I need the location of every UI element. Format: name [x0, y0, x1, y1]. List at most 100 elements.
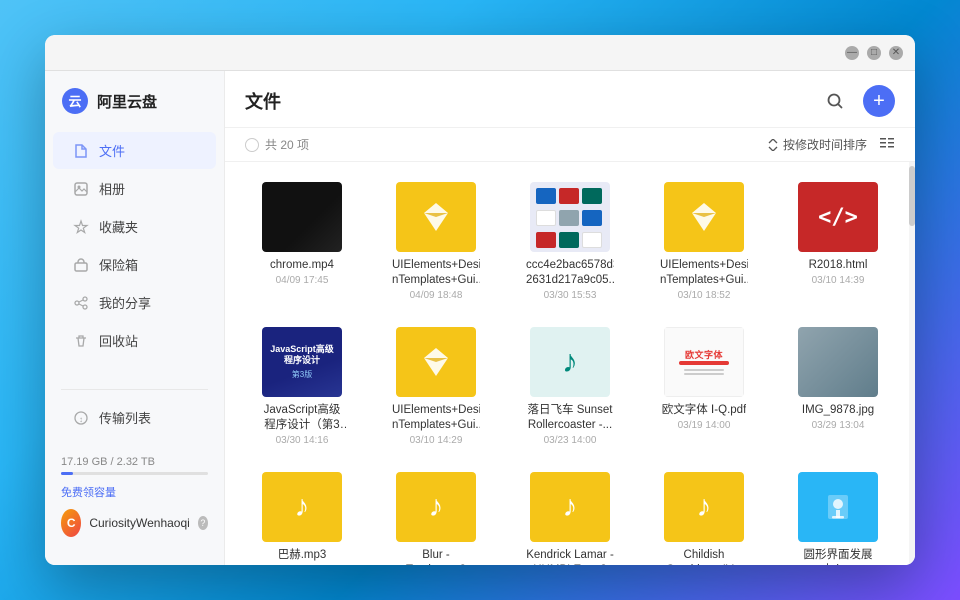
sidebar-logo: 云 阿里云盘 — [45, 87, 224, 131]
add-button[interactable]: + — [863, 85, 895, 117]
username: CuriosityWenhaoqi — [89, 516, 190, 530]
storage-upgrade-link[interactable]: 免费领容量 — [61, 487, 116, 499]
svg-text:↕: ↕ — [79, 415, 83, 424]
sidebar-item-favorites[interactable]: 收藏夹 — [53, 208, 216, 245]
music-note-icon5: ♪ — [697, 490, 712, 524]
file-thumb-image — [530, 182, 610, 252]
sketch-preview3 — [396, 327, 476, 397]
logo-text: 阿里云盘 — [97, 91, 157, 112]
toolbar-right: 按修改时间排序 — [767, 136, 895, 153]
sidebar-item-trash[interactable]: 回收站 — [53, 322, 216, 359]
nav-trash-label: 回收站 — [99, 331, 138, 350]
page-title: 文件 — [245, 88, 807, 114]
close-button[interactable]: ✕ — [889, 46, 903, 60]
sketch-preview2 — [664, 182, 744, 252]
file-date: 03/30 15:53 — [544, 290, 597, 301]
file-item[interactable]: UIElements+Design nTemplates+Gui... 03/1… — [375, 319, 497, 452]
image-preview — [530, 182, 610, 252]
view-toggle-button[interactable] — [879, 137, 895, 153]
maximize-button[interactable]: □ — [867, 46, 881, 60]
file-item[interactable]: 圆形界面发展史.key 03/19 16:05 — [777, 464, 899, 565]
nav-vault-label: 保险箱 — [99, 255, 138, 274]
app-body: 云 阿里云盘 文件 — [45, 71, 915, 565]
file-grid-container: chrome.mp4 04/09 17:45 — [225, 162, 915, 565]
item-count: 共 20 项 — [265, 136, 309, 153]
file-item[interactable]: ♪ 落日飞车 Sunset Rollercoaster -... 03/23 1… — [509, 319, 631, 452]
scrollbar-thumb[interactable] — [909, 166, 915, 226]
file-name: UIElements+Design nTemplates+Gui... — [392, 258, 480, 288]
nav-transfer-label: 传输列表 — [99, 408, 151, 427]
file-item[interactable]: 欧文字体 欧文字体 Ⅰ-Q.pdf 03/19 14:00 — [643, 319, 765, 452]
sort-icon — [767, 139, 779, 151]
music-note-icon: ♪ — [562, 343, 578, 380]
file-item[interactable]: UIElements+Design nTemplates+Gui... 03/1… — [643, 174, 765, 307]
music-teal-preview: ♪ — [530, 327, 610, 397]
select-all-checkbox[interactable] — [245, 138, 259, 152]
sidebar-item-share[interactable]: 我的分享 — [53, 284, 216, 321]
sidebar-item-vault[interactable]: 保险箱 — [53, 246, 216, 283]
sketch-diamond-icon3 — [418, 344, 454, 380]
file-name: 圆形界面发展史.key — [794, 548, 882, 565]
share-icon — [73, 295, 89, 311]
sidebar-nav: 文件 相册 收藏夹 — [45, 131, 224, 381]
sidebar-item-album[interactable]: 相册 — [53, 170, 216, 207]
sidebar-item-transfer[interactable]: ↕ 传输列表 — [53, 399, 216, 436]
sketch-diamond-icon — [418, 199, 454, 235]
file-thumb-sketch — [396, 182, 476, 252]
music-yellow-preview3: ♪ — [530, 472, 610, 542]
help-icon[interactable]: ? — [198, 516, 208, 530]
storage-progress-bg — [61, 472, 208, 475]
file-item[interactable]: </> R2018.html 03/10 14:39 — [777, 174, 899, 307]
music-note-icon3: ♪ — [429, 490, 444, 524]
file-icon — [73, 143, 89, 159]
file-item[interactable]: IMG_9878.jpg 03/29 13:04 — [777, 319, 899, 452]
book-subtitle-text: 第3版 — [292, 369, 312, 380]
search-button[interactable] — [819, 85, 851, 117]
main-content: 文件 + 共 20 项 — [225, 71, 915, 565]
sidebar: 云 阿里云盘 文件 — [45, 71, 225, 565]
file-date: 03/19 14:00 — [678, 420, 731, 431]
file-thumb-bach: ♪ — [262, 472, 342, 542]
file-name: IMG_9878.jpg — [802, 403, 874, 418]
file-item[interactable]: chrome.mp4 04/09 17:45 — [241, 174, 363, 307]
vault-icon — [73, 257, 89, 273]
sort-button[interactable]: 按修改时间排序 — [767, 136, 867, 153]
nav-album-label: 相册 — [99, 179, 125, 198]
titlebar: — □ ✕ — [45, 35, 915, 71]
music-yellow-preview2: ♪ — [396, 472, 476, 542]
svg-text:云: 云 — [68, 94, 81, 109]
sidebar-item-files[interactable]: 文件 — [53, 132, 216, 169]
file-date: 03/10 14:39 — [812, 275, 865, 286]
toolbar: 共 20 项 按修改时间排序 — [225, 128, 915, 162]
file-item[interactable]: ♪ Childish Gambino - IV... 03/22 18:58 — [643, 464, 765, 565]
toolbar-left: 共 20 项 — [245, 136, 759, 153]
nav-share-label: 我的分享 — [99, 293, 151, 312]
file-item[interactable]: ♪ Blur - Tender.mp3 03/22 18:10 — [375, 464, 497, 565]
file-thumb-sketch3 — [396, 327, 476, 397]
storage-info: 17.19 GB / 2.32 TB — [61, 456, 208, 468]
album-icon — [73, 181, 89, 197]
video-preview — [262, 182, 342, 252]
file-name: ccc4e2bac6578d3 2631d217a9c05... — [526, 258, 614, 288]
file-date: 03/30 14:16 — [276, 435, 329, 446]
logo-icon: 云 — [61, 87, 89, 115]
key-preview — [798, 472, 878, 542]
file-item[interactable]: ♪ Kendrick Lamar - HUMBLE.mp3 03/22 18:1… — [509, 464, 631, 565]
book-title-text: JavaScript高级程序设计 — [268, 344, 336, 367]
minimize-button[interactable]: — — [845, 46, 859, 60]
file-item[interactable]: JavaScript高级程序设计 第3版 JavaScript高级程序设计（第3… — [241, 319, 363, 452]
file-name: Kendrick Lamar - HUMBLE.mp3 — [526, 548, 614, 565]
file-thumb-music-teal: ♪ — [530, 327, 610, 397]
nav-favorites-label: 收藏夹 — [99, 217, 138, 236]
file-name: chrome.mp4 — [270, 258, 334, 273]
music-note-icon2: ♪ — [295, 490, 310, 524]
file-name: UIElements+Design nTemplates+Gui... — [392, 403, 480, 433]
file-item[interactable]: ccc4e2bac6578d3 2631d217a9c05... 03/30 1… — [509, 174, 631, 307]
file-name: JavaScript高级程序设计（第3版... — [258, 403, 346, 433]
nav-files-label: 文件 — [99, 141, 125, 160]
file-item[interactable]: ♪ 巴赫.mp3 03/06 12:47 — [241, 464, 363, 565]
file-item[interactable]: UIElements+Design nTemplates+Gui... 04/0… — [375, 174, 497, 307]
sketch-preview — [396, 182, 476, 252]
music-yellow-preview4: ♪ — [664, 472, 744, 542]
star-icon — [73, 219, 89, 235]
